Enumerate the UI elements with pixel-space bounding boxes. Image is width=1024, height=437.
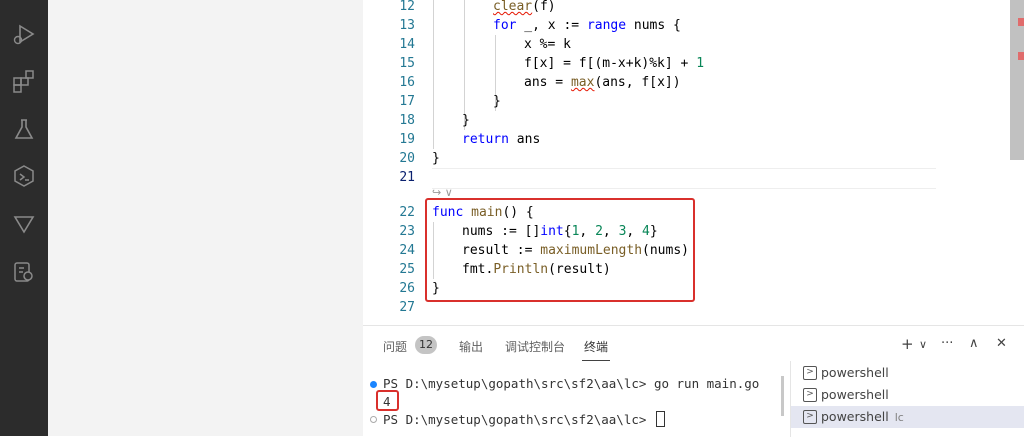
activity-bar	[0, 0, 48, 436]
token-function: max	[570, 75, 595, 90]
overview-ruler-error-mark	[1018, 52, 1024, 60]
tab-debug-console[interactable]: 调试控制台	[505, 338, 565, 355]
line-number: 19	[399, 132, 415, 147]
token-text: _, x :=	[516, 18, 587, 33]
token-text: (ans, f[x])	[594, 75, 681, 90]
token-keyword: range	[586, 18, 627, 33]
terminal-dropdown-button[interactable]: ∨	[919, 338, 927, 351]
terminal-line[interactable]: PS D:\mysetup\gopath\src\sf2\aa\lc>	[383, 411, 665, 427]
tab-terminal[interactable]: 终端	[584, 338, 608, 355]
annotation-highlight-box	[425, 198, 695, 302]
token-number: 1	[696, 56, 705, 71]
terminal-name: powershell lc	[821, 409, 904, 424]
indent-guide	[433, 0, 434, 149]
line-number: 20	[399, 151, 415, 166]
token-text: f[x] = f[(m-x+k)%k] +	[524, 56, 697, 71]
tab-output[interactable]: 输出	[459, 338, 483, 355]
terminal-icon: >	[803, 410, 817, 424]
code-line-16: ans = max(ans, f[x])	[524, 73, 681, 92]
gitlens-triangle-icon[interactable]	[10, 210, 38, 238]
code-editor[interactable]: 12 13 14 15 16 17 18 19 20 21 22 23 24 2…	[363, 0, 1024, 325]
command-success-dot-icon	[370, 381, 377, 388]
code-line-13: for _, x := range nums {	[493, 16, 681, 35]
sidebar	[48, 0, 363, 436]
line-number: 18	[399, 113, 415, 128]
terminal-name-text: powershell	[821, 409, 889, 424]
line-number: 27	[399, 300, 415, 315]
command-pending-dot-icon	[370, 416, 377, 423]
line-number-current: 21	[399, 170, 415, 185]
token-text: ans =	[524, 75, 571, 90]
code-line-12: clear(f)	[493, 0, 556, 16]
terminal-list-item[interactable]: > powershell	[791, 384, 1024, 406]
run-debug-icon[interactable]	[10, 20, 38, 48]
code-line-17: }	[493, 94, 501, 109]
token-function: clear	[493, 0, 533, 14]
terminal-cursor	[655, 411, 665, 427]
terminal-list-item[interactable]: > powershell	[791, 362, 1024, 384]
line-number: 23	[399, 224, 415, 239]
terminal-line: PS D:\mysetup\gopath\src\sf2\aa\lc> go r…	[383, 376, 759, 391]
terminal-prompt: PS D:\mysetup\gopath\src\sf2\aa\lc>	[383, 412, 654, 427]
more-actions-button[interactable]: ···	[941, 336, 953, 351]
code-line-20: }	[432, 151, 440, 166]
terminal-command: go run main.go	[653, 376, 760, 391]
code-line-18: }	[462, 113, 470, 128]
annotation-highlight-box	[376, 390, 399, 411]
new-terminal-button[interactable]: +	[901, 335, 914, 353]
line-number: 24	[399, 243, 415, 258]
line-number: 26	[399, 281, 415, 296]
line-number: 25	[399, 262, 415, 277]
active-tab-indicator	[582, 360, 610, 361]
terminal-list: > powershell > powershell > powershell lc	[790, 361, 1024, 437]
token-text: ans	[508, 132, 541, 147]
maximize-panel-button[interactable]: ∧	[969, 336, 979, 351]
problems-count-badge: 12	[415, 336, 437, 354]
line-number: 12	[399, 0, 415, 14]
code-line-15: f[x] = f[(m-x+k)%k] + 1	[524, 54, 704, 73]
overview-ruler-error-mark	[1018, 18, 1024, 26]
remote-explorer-icon[interactable]	[10, 162, 38, 190]
line-number: 22	[399, 205, 415, 220]
current-line-highlight	[432, 168, 936, 189]
terminal-list-item-active[interactable]: > powershell lc	[791, 406, 1024, 428]
token-keyword: for	[493, 18, 517, 33]
line-number: 16	[399, 75, 415, 90]
terminal-cwd-suffix: lc	[894, 411, 904, 424]
terminal-icon: >	[803, 388, 817, 402]
token-keyword: return	[462, 132, 509, 147]
extensions-icon[interactable]	[10, 67, 38, 95]
tab-problems[interactable]: 问题	[383, 338, 407, 355]
line-number: 15	[399, 56, 415, 71]
database-settings-icon[interactable]	[10, 258, 38, 286]
terminal-name: powershell	[821, 365, 889, 380]
terminal-icon: >	[803, 366, 817, 380]
terminal-name: powershell	[821, 387, 889, 402]
terminal-scrollbar[interactable]	[781, 376, 784, 416]
panel-tabs: 问题 12 输出 调试控制台 终端 + ∨ ··· ∧ ✕	[363, 326, 1024, 364]
line-number: 13	[399, 18, 415, 33]
line-number: 14	[399, 37, 415, 52]
line-number: 17	[399, 94, 415, 109]
close-panel-button[interactable]: ✕	[996, 336, 1007, 351]
code-line-19: return ans	[462, 130, 540, 149]
bottom-panel: 问题 12 输出 调试控制台 终端 + ∨ ··· ∧ ✕ PS D:\myse…	[363, 325, 1024, 437]
terminal-prompt: PS D:\mysetup\gopath\src\sf2\aa\lc>	[383, 376, 654, 391]
code-line-14: x %= k	[524, 37, 571, 52]
token-text: nums {	[626, 18, 681, 33]
token-text: (f)	[532, 0, 556, 14]
testing-flask-icon[interactable]	[10, 115, 38, 143]
